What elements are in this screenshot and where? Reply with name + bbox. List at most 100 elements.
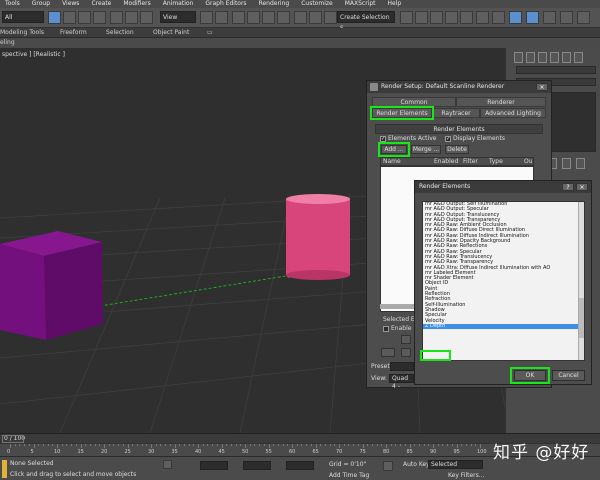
col-enabled[interactable]: Enabled	[434, 158, 458, 166]
ribbon-tab-modeling-tools[interactable]: Modeling Tools	[0, 28, 44, 38]
col-filter[interactable]: Filter	[463, 158, 478, 166]
utilities-tab-icon[interactable]	[574, 52, 583, 63]
col-type[interactable]: Type	[489, 158, 503, 166]
menu-help[interactable]: Help	[383, 0, 409, 8]
render-online-icon[interactable]	[577, 11, 590, 24]
render-element-item[interactable]: Z Depth	[423, 323, 584, 330]
auto-key-button[interactable]: Auto Key	[403, 461, 430, 468]
y-coordinate-field[interactable]	[243, 461, 271, 470]
select-object-icon[interactable]	[48, 11, 61, 24]
render-setup-titlebar[interactable]: Render Setup: Default Scanline Renderer …	[367, 81, 551, 93]
render-elements-titlebar[interactable]: Render Elements ? ×	[415, 181, 591, 193]
close-icon[interactable]: ×	[576, 183, 588, 191]
named-selection-dropdown[interactable]: Create Selection S	[337, 11, 395, 32]
render-elements-rollout-header[interactable]: Render Elements	[375, 124, 543, 134]
col-name[interactable]: Name	[383, 158, 401, 166]
key-filters-button[interactable]: Key Filters...	[448, 472, 485, 479]
select-manipulate-icon[interactable]	[215, 11, 228, 24]
window-crossing-icon[interactable]	[93, 11, 106, 24]
render-iterative-icon[interactable]	[543, 11, 556, 24]
layer-manager-icon[interactable]	[400, 11, 413, 24]
element-option-button-2[interactable]	[401, 348, 411, 357]
menu-tools[interactable]: Tools	[0, 0, 27, 8]
preset-dropdown[interactable]	[390, 362, 414, 371]
browse-output-button[interactable]	[381, 348, 395, 357]
menu-graph-editors[interactable]: Graph Editors	[200, 0, 253, 8]
angle-snap-icon[interactable]	[247, 11, 260, 24]
mirror-icon[interactable]	[309, 11, 322, 24]
configure-modifier-sets-icon[interactable]	[576, 158, 585, 169]
material-editor-icon[interactable]	[460, 11, 473, 24]
create-tab-icon[interactable]	[514, 52, 523, 63]
spinner-snap-icon[interactable]	[277, 11, 290, 24]
display-elements-checkbox[interactable]: ✓	[445, 136, 451, 142]
rectangular-selection-icon[interactable]	[78, 11, 91, 24]
menu-views[interactable]: Views	[57, 0, 86, 8]
pivot-center-icon[interactable]	[200, 11, 213, 24]
maxscript-listener-icon[interactable]	[2, 460, 7, 478]
snaps-toggle-icon[interactable]	[232, 11, 245, 24]
tab-renderer[interactable]: Renderer	[456, 97, 546, 107]
track-tick	[386, 444, 387, 448]
element-option-button-1[interactable]	[401, 335, 411, 344]
track-tick	[28, 444, 30, 446]
x-coordinate-field[interactable]	[200, 461, 228, 470]
curve-editor-icon[interactable]	[430, 11, 443, 24]
selected-set-dropdown[interactable]: Selected	[428, 460, 483, 469]
col-output[interactable]: Ou	[524, 158, 533, 166]
render-production-icon[interactable]	[526, 11, 539, 24]
cancel-button[interactable]: Cancel	[552, 370, 585, 381]
ribbon-collapse-icon[interactable]: ▭	[207, 28, 213, 38]
rendered-frame-window-icon[interactable]	[509, 11, 522, 24]
menu-customize[interactable]: Customize	[296, 0, 340, 8]
view-label: View:	[371, 375, 387, 382]
remove-modifier-icon[interactable]	[562, 158, 571, 169]
set-key-icon[interactable]	[383, 461, 393, 471]
activeshade-icon[interactable]	[560, 11, 573, 24]
select-by-name-icon[interactable]	[63, 11, 76, 24]
ribbon-tab-freeform[interactable]: Freeform	[60, 28, 87, 38]
time-slider-thumb[interactable]	[2, 435, 24, 443]
selection-filter-dropdown[interactable]: All	[2, 11, 44, 23]
align-icon[interactable]	[324, 11, 337, 24]
merge-button[interactable]: Merge ...	[411, 145, 441, 154]
motion-tab-icon[interactable]	[550, 52, 559, 63]
enable-checkbox[interactable]	[383, 326, 389, 332]
ribbon-tab-selection[interactable]: Selection	[106, 28, 134, 38]
lock-selection-icon[interactable]	[163, 460, 172, 469]
reference-coordinate-dropdown[interactable]: View	[160, 11, 196, 23]
render-elements-list[interactable]: mr A&D Output: Self Illumination mr A&D O…	[422, 201, 585, 361]
graphite-toggle-icon[interactable]	[415, 11, 428, 24]
menu-animation[interactable]: Animation	[158, 0, 201, 8]
close-icon[interactable]: ×	[536, 83, 548, 91]
scale-icon[interactable]	[140, 11, 153, 24]
track-tick	[47, 444, 49, 446]
help-icon[interactable]: ?	[562, 183, 574, 191]
tab-advanced-lighting[interactable]: Advanced Lighting	[480, 108, 546, 118]
display-tab-icon[interactable]	[562, 52, 571, 63]
menu-modifiers[interactable]: Modifiers	[118, 0, 157, 8]
modify-tab-icon[interactable]	[526, 52, 535, 63]
percent-snap-icon[interactable]	[262, 11, 275, 24]
list-scrollbar[interactable]	[578, 202, 584, 360]
delete-button[interactable]: Delete	[445, 145, 469, 154]
edit-named-selection-icon[interactable]	[294, 11, 307, 24]
object-name-field[interactable]	[516, 66, 596, 74]
render-setup-icon[interactable]	[492, 11, 505, 24]
scrollbar-thumb[interactable]	[579, 298, 584, 338]
add-time-tag[interactable]: Add Time Tag	[329, 472, 369, 479]
move-icon[interactable]	[110, 11, 123, 24]
menu-create[interactable]: Create	[86, 0, 118, 8]
hierarchy-tab-icon[interactable]	[538, 52, 547, 63]
schematic-view-icon[interactable]	[445, 11, 458, 24]
menu-group[interactable]: Group	[27, 0, 57, 8]
compact-material-icon[interactable]	[476, 11, 489, 24]
viewport-label[interactable]: spective ] [Realistic ]	[2, 51, 65, 58]
menu-maxscript[interactable]: MAXScript	[340, 0, 383, 8]
view-dropdown[interactable]: Quad 4 -	[389, 374, 414, 390]
z-coordinate-field[interactable]	[286, 461, 314, 470]
tab-raytracer[interactable]: Raytracer	[432, 108, 480, 118]
ribbon-tab-object-paint[interactable]: Object Paint	[153, 28, 189, 38]
menu-rendering[interactable]: Rendering	[254, 0, 297, 8]
rotate-icon[interactable]	[125, 11, 138, 24]
